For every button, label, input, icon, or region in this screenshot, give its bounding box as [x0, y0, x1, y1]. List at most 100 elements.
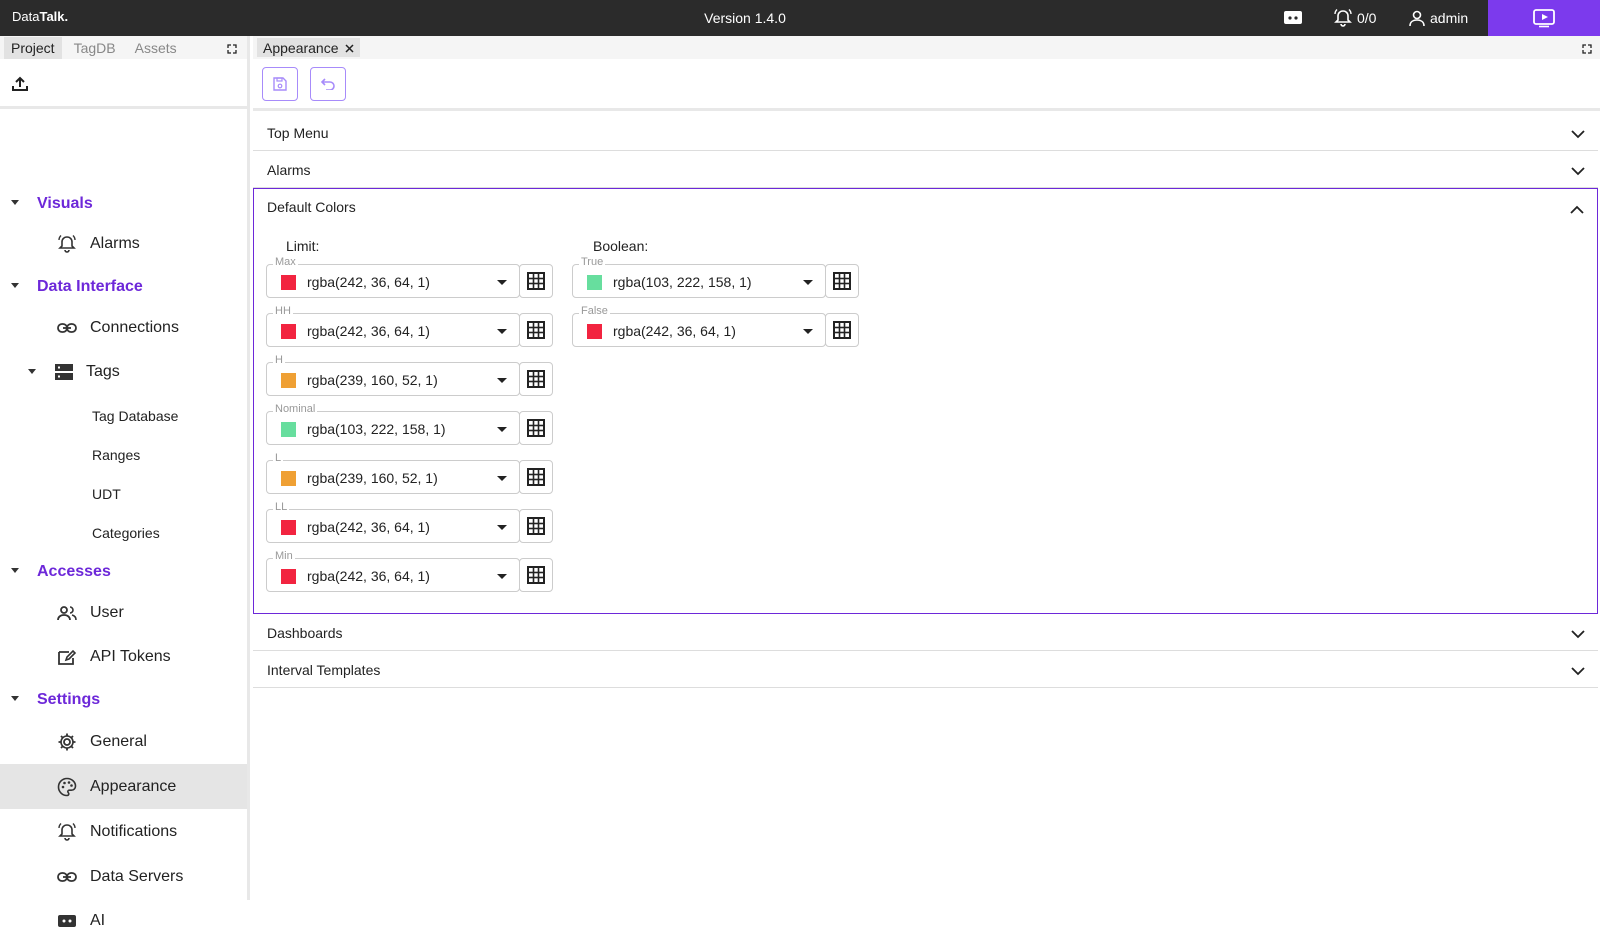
alarm-status[interactable]: 0/0 — [1333, 8, 1376, 28]
expand-icon[interactable] — [227, 41, 237, 57]
user-menu[interactable]: admin — [1408, 8, 1468, 28]
tree-item-ranges[interactable]: Ranges — [0, 435, 247, 474]
grid-icon — [833, 321, 851, 339]
undo-button[interactable] — [310, 67, 346, 101]
grid-icon — [527, 566, 545, 584]
chat-icon[interactable] — [1283, 8, 1303, 28]
color-select-hh[interactable]: HH rgba(242, 36, 64, 1) — [266, 305, 520, 347]
dropdown-arrow-icon[interactable] — [497, 378, 507, 383]
color-swatch — [281, 471, 296, 486]
section-accesses[interactable]: Accesses — [0, 552, 247, 592]
grid-icon — [527, 419, 545, 437]
color-picker-button[interactable] — [825, 313, 859, 347]
tree-item-tag-database[interactable]: Tag Database — [0, 396, 247, 435]
tree-item-api-tokens[interactable]: API Tokens — [0, 634, 247, 679]
color-swatch — [281, 422, 296, 437]
tree-item-general[interactable]: General — [0, 719, 247, 764]
tree-item-user[interactable]: User — [0, 590, 247, 635]
tab-assets[interactable]: Assets — [128, 37, 184, 59]
tree-item-notifications[interactable]: Notifications — [0, 809, 247, 854]
tree-item-categories[interactable]: Categories — [0, 513, 247, 552]
color-select-l[interactable]: L rgba(239, 160, 52, 1) — [266, 452, 520, 494]
undo-icon — [320, 78, 335, 90]
dropdown-arrow-icon[interactable] — [497, 476, 507, 481]
tree-item-alarms[interactable]: Alarms — [0, 221, 247, 266]
caret-down-icon[interactable] — [11, 696, 19, 701]
color-select-min[interactable]: Min rgba(242, 36, 64, 1) — [266, 550, 520, 592]
upload-icon[interactable] — [12, 75, 28, 94]
color-picker-button[interactable] — [825, 264, 859, 298]
tree-item-data-servers[interactable]: Data Servers — [0, 854, 247, 899]
dropdown-arrow-icon[interactable] — [497, 280, 507, 285]
section-label: Data Interface — [37, 278, 143, 295]
color-picker-button[interactable] — [519, 558, 553, 592]
settings-accordion: Top Menu Alarms Default Colors Limit: Bo… — [253, 114, 1598, 688]
chevron-up-icon[interactable] — [1570, 201, 1584, 217]
dropdown-arrow-icon[interactable] — [803, 329, 813, 334]
caret-down-icon[interactable] — [28, 369, 36, 374]
tree-item-tags[interactable]: Tags — [0, 349, 247, 394]
link-icon — [57, 867, 77, 887]
alarm-bell-icon — [57, 822, 77, 842]
color-picker-button[interactable] — [519, 509, 553, 543]
caret-down-icon[interactable] — [11, 568, 19, 573]
section-data-interface[interactable]: Data Interface — [0, 267, 247, 307]
chevron-down-icon[interactable] — [1571, 663, 1585, 679]
token-icon — [57, 647, 77, 667]
chevron-down-icon[interactable] — [1571, 626, 1585, 642]
expand-icon[interactable] — [1582, 41, 1592, 57]
color-picker-button[interactable] — [519, 264, 553, 298]
editor-toolbar — [253, 59, 1600, 111]
color-select-h[interactable]: H rgba(239, 160, 52, 1) — [266, 354, 520, 396]
color-select-max[interactable]: Max rgba(242, 36, 64, 1) — [266, 256, 520, 298]
chevron-down-icon[interactable] — [1571, 126, 1585, 142]
grid-icon — [527, 517, 545, 535]
color-picker-button[interactable] — [519, 411, 553, 445]
dropdown-arrow-icon[interactable] — [497, 427, 507, 432]
color-picker-button[interactable] — [519, 362, 553, 396]
tree-item-appearance[interactable]: Appearance — [0, 764, 247, 809]
dropdown-arrow-icon[interactable] — [803, 280, 813, 285]
color-swatch — [281, 275, 296, 290]
caret-down-icon[interactable] — [11, 200, 19, 205]
color-select-ll[interactable]: LL rgba(242, 36, 64, 1) — [266, 501, 520, 543]
panel-alarms[interactable]: Alarms — [253, 151, 1598, 188]
upload-toolbar — [0, 59, 247, 109]
save-icon — [273, 77, 287, 91]
tab-tagdb[interactable]: TagDB — [67, 37, 123, 59]
alarm-bell-icon — [1334, 9, 1352, 27]
dropdown-arrow-icon[interactable] — [497, 329, 507, 334]
section-label: Settings — [37, 691, 101, 708]
color-select-nominal[interactable]: Nominal rgba(103, 222, 158, 1) — [266, 403, 520, 445]
color-select-true[interactable]: True rgba(103, 222, 158, 1) — [572, 256, 826, 298]
grid-icon — [833, 272, 851, 290]
play-button[interactable] — [1488, 0, 1600, 36]
left-panel: Project TagDB Assets Visuals Alarms Data… — [0, 36, 250, 929]
panel-dashboards[interactable]: Dashboards — [253, 614, 1598, 651]
caret-down-icon[interactable] — [11, 283, 19, 288]
tab-project[interactable]: Project — [4, 36, 62, 59]
section-visuals[interactable]: Visuals — [0, 184, 247, 224]
top-bar: DataTalk. Version 1.4.0 0/0 admin — [0, 0, 1600, 36]
color-swatch — [587, 324, 602, 339]
chevron-down-icon[interactable] — [1571, 163, 1585, 179]
dropdown-arrow-icon[interactable] — [497, 574, 507, 579]
color-picker-button[interactable] — [519, 313, 553, 347]
user-icon — [1409, 10, 1425, 27]
grid-icon — [527, 321, 545, 339]
alarm-count: 0/0 — [1357, 10, 1377, 26]
link-icon — [57, 318, 77, 338]
tree-item-udt[interactable]: UDT — [0, 474, 247, 513]
panel-interval-templates[interactable]: Interval Templates — [253, 651, 1598, 688]
close-icon[interactable] — [344, 40, 354, 56]
dropdown-arrow-icon[interactable] — [497, 525, 507, 530]
user-name: admin — [1430, 10, 1469, 26]
color-select-false[interactable]: False rgba(242, 36, 64, 1) — [572, 305, 826, 347]
tab-appearance[interactable]: Appearance — [257, 38, 360, 57]
section-settings[interactable]: Settings — [0, 680, 247, 720]
tree-item-ai[interactable]: AI — [0, 898, 247, 943]
color-picker-button[interactable] — [519, 460, 553, 494]
save-button[interactable] — [262, 67, 298, 101]
panel-top-menu[interactable]: Top Menu — [253, 114, 1598, 151]
tree-item-connections[interactable]: Connections — [0, 305, 247, 350]
